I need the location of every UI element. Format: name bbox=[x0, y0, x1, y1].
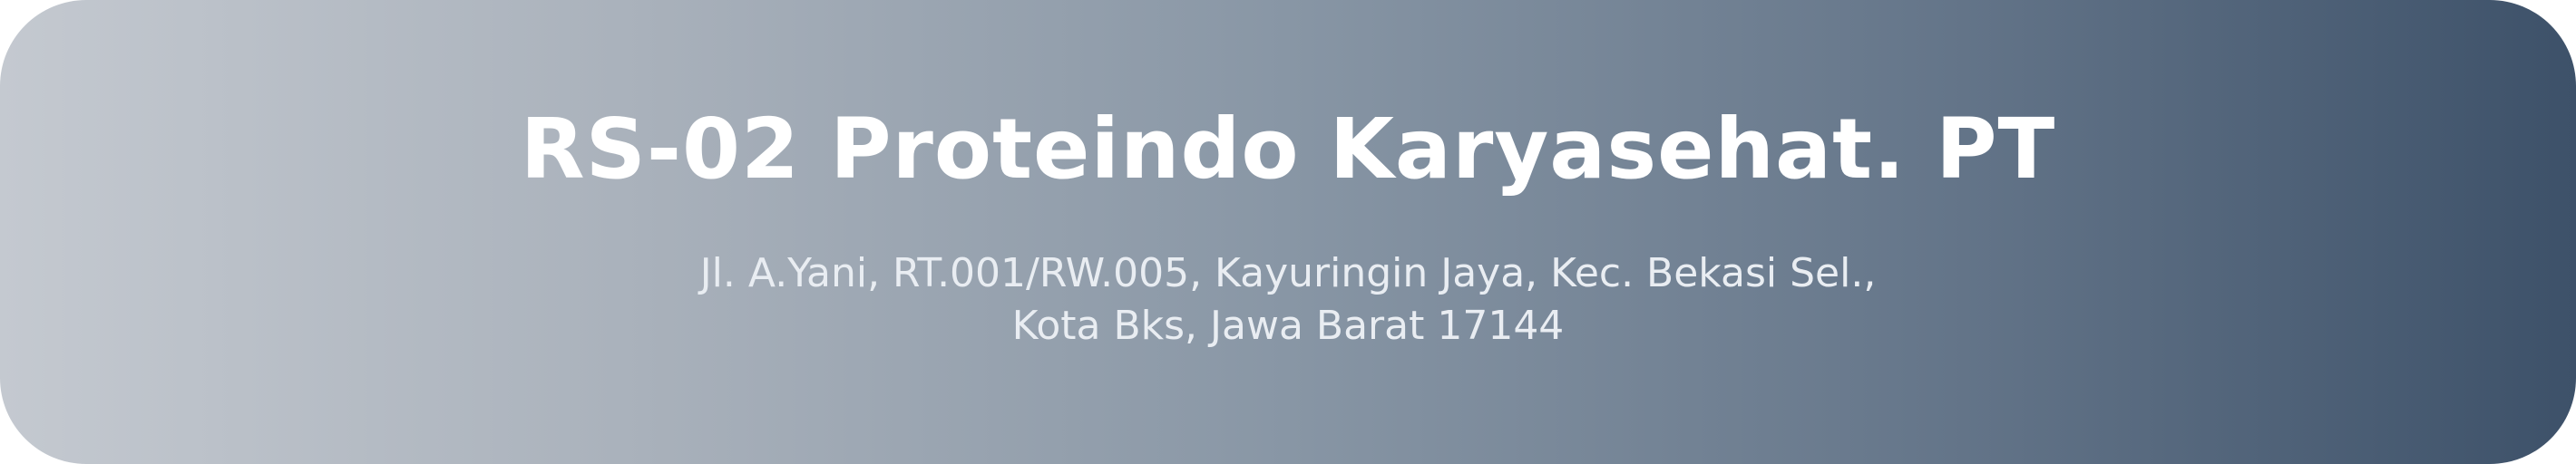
hospital-address: Jl. A.Yani, RT.001/RW.005, Kayuringin Ja… bbox=[699, 250, 1877, 349]
hospital-card-content: RS-02 Proteindo Karyasehat. PT Jl. A.Yan… bbox=[0, 0, 2576, 464]
hospital-card[interactable]: RS-02 Proteindo Karyasehat. PT Jl. A.Yan… bbox=[0, 0, 2576, 464]
hospital-name: RS-02 Proteindo Karyasehat. PT bbox=[520, 101, 2056, 198]
